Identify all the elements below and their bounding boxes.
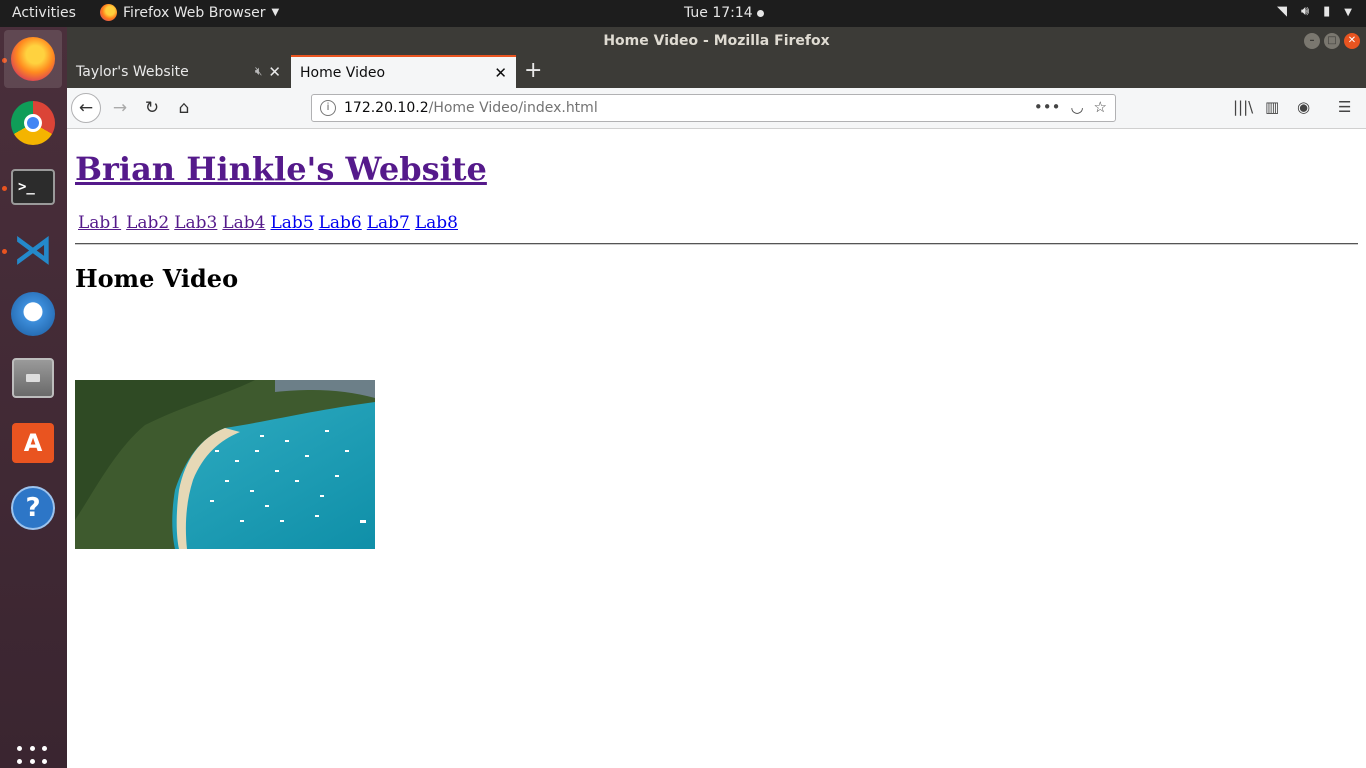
lab-link[interactable]: Lab5 bbox=[271, 213, 314, 233]
window-title: Home Video - Mozilla Firefox bbox=[603, 33, 830, 49]
app-menu-label: Firefox Web Browser bbox=[123, 4, 266, 21]
show-apps-icon[interactable] bbox=[17, 746, 49, 768]
dock-firefox[interactable] bbox=[4, 30, 62, 88]
battery-icon: ▮ bbox=[1323, 4, 1331, 19]
dock-thunderbird[interactable] bbox=[4, 285, 62, 343]
dock-files[interactable] bbox=[4, 349, 62, 407]
lab-nav: Lab1 Lab2 Lab3 Lab4 Lab5 Lab6 Lab7 Lab8 bbox=[78, 213, 458, 233]
files-icon bbox=[12, 358, 54, 398]
close-tab-icon[interactable]: ✕ bbox=[268, 63, 281, 81]
url-host: 172.20.10.2 bbox=[344, 100, 429, 116]
firefox-icon bbox=[100, 4, 117, 21]
close-tab-icon[interactable]: ✕ bbox=[494, 64, 507, 82]
navigation-toolbar: ← → ↻ ⌂ i 172.20.10.2/Home Video/index.h… bbox=[67, 88, 1366, 129]
tab-bar: Taylor's Website 🔇︎ ✕ Home Video ✕ + bbox=[67, 55, 1366, 88]
chevron-down-icon: ▼ bbox=[271, 7, 280, 18]
close-window-button[interactable]: ✕ bbox=[1344, 33, 1360, 49]
dock-software[interactable]: A bbox=[4, 414, 62, 472]
activities-button[interactable]: Activities bbox=[12, 5, 76, 21]
lab-link[interactable]: Lab8 bbox=[415, 213, 458, 233]
bookmark-star-icon[interactable]: ☆ bbox=[1094, 98, 1107, 116]
page-heading: Home Video bbox=[75, 264, 239, 293]
tab-muted-icon[interactable]: 🔇︎ bbox=[255, 64, 263, 79]
software-store-icon: A bbox=[12, 423, 54, 463]
lab-link[interactable]: Lab2 bbox=[126, 213, 169, 233]
sidebar-icon[interactable]: ▥ bbox=[1265, 98, 1279, 116]
chevron-down-icon: ▼ bbox=[1344, 7, 1352, 18]
home-button[interactable]: ⌂ bbox=[171, 94, 197, 122]
lab-link[interactable]: Lab3 bbox=[174, 213, 217, 233]
new-tab-button[interactable]: + bbox=[524, 59, 542, 83]
thunderbird-icon bbox=[11, 292, 55, 336]
minimize-button[interactable]: – bbox=[1304, 33, 1320, 49]
volume-icon: 🔊︎ bbox=[1300, 4, 1310, 19]
aerial-bay-image bbox=[75, 380, 375, 549]
lab-link[interactable]: Lab4 bbox=[222, 213, 265, 233]
forward-button[interactable]: → bbox=[107, 94, 133, 122]
back-button[interactable]: ← bbox=[71, 93, 101, 123]
tab-label: Home Video bbox=[300, 64, 386, 81]
pocket-icon[interactable]: ◡ bbox=[1070, 98, 1083, 116]
clock[interactable]: Tue 17:14 bbox=[684, 5, 764, 21]
lab-link[interactable]: Lab6 bbox=[319, 213, 362, 233]
lab-link[interactable]: Lab7 bbox=[367, 213, 410, 233]
horizontal-rule bbox=[75, 243, 1358, 245]
window-titlebar: Home Video - Mozilla Firefox – □ ✕ bbox=[67, 27, 1366, 55]
terminal-icon: >_ bbox=[11, 169, 55, 205]
account-icon[interactable]: ◉ bbox=[1297, 98, 1310, 116]
library-icon[interactable]: |||\ bbox=[1233, 98, 1253, 116]
page-content: Brian Hinkle's Website Lab1 Lab2 Lab3 La… bbox=[67, 130, 1366, 768]
dock-terminal[interactable]: >_ bbox=[4, 158, 62, 216]
url-path: /Home Video/index.html bbox=[428, 100, 598, 116]
lab-link[interactable]: Lab1 bbox=[78, 213, 121, 233]
system-tray[interactable]: ◥ 🔊︎ ▮ ▼ bbox=[1277, 4, 1352, 21]
vscode-icon: ⋊ bbox=[13, 227, 53, 273]
page-actions-icon[interactable]: ••• bbox=[1034, 98, 1061, 116]
notification-dot-icon bbox=[756, 9, 764, 17]
menu-icon[interactable]: ☰ bbox=[1338, 98, 1351, 116]
tab-label: Taylor's Website bbox=[76, 63, 189, 80]
help-icon: ? bbox=[11, 486, 55, 530]
reload-button[interactable]: ↻ bbox=[139, 94, 165, 122]
dock: >_ ⋊ A ? bbox=[0, 27, 67, 768]
video-thumbnail[interactable] bbox=[75, 380, 375, 549]
tab-taylors-website[interactable]: Taylor's Website 🔇︎ ✕ bbox=[67, 55, 290, 88]
dock-help[interactable]: ? bbox=[4, 479, 62, 537]
wifi-icon: ◥ bbox=[1276, 4, 1287, 19]
gnome-top-bar: Activities Firefox Web Browser ▼ Tue 17:… bbox=[0, 0, 1366, 27]
maximize-button[interactable]: □ bbox=[1324, 33, 1340, 49]
tab-home-video[interactable]: Home Video ✕ bbox=[291, 55, 516, 88]
clock-label: Tue 17:14 bbox=[684, 5, 753, 21]
url-bar[interactable]: i 172.20.10.2/Home Video/index.html ••• … bbox=[311, 94, 1116, 122]
site-info-icon[interactable]: i bbox=[320, 100, 336, 116]
firefox-icon bbox=[11, 37, 55, 81]
site-title-link[interactable]: Brian Hinkle's Website bbox=[75, 150, 487, 188]
dock-chrome[interactable] bbox=[4, 94, 62, 152]
chrome-icon bbox=[11, 101, 55, 145]
app-menu[interactable]: Firefox Web Browser ▼ bbox=[100, 4, 279, 21]
dock-vscode[interactable]: ⋊ bbox=[4, 221, 62, 279]
